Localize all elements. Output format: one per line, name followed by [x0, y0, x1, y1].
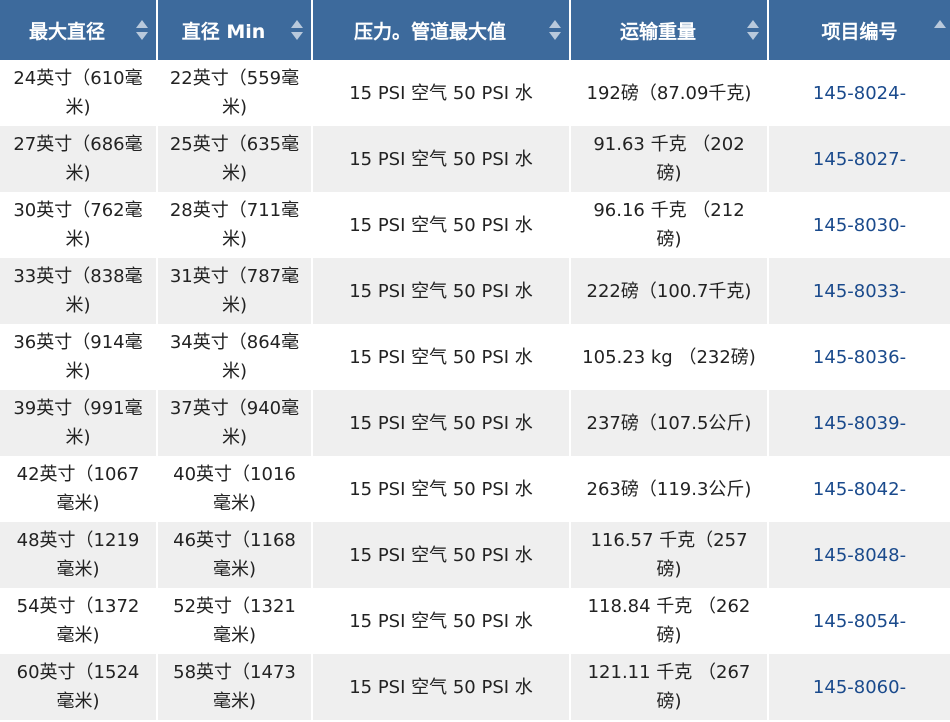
cell-shipping-weight: 121.11 千克 （267 磅): [570, 654, 769, 720]
cell-min-diameter: 28英寸（711毫米): [157, 192, 313, 258]
cell-shipping-weight: 192磅（87.09千克): [570, 60, 769, 126]
cell-shipping-weight: 263磅（119.3公斤): [570, 456, 769, 522]
col-header-label: 项目编号: [821, 20, 898, 43]
cell-max-diameter: 48英寸（1219毫米): [0, 522, 158, 588]
cell-shipping-weight: 105.23 kg （232磅): [570, 324, 769, 390]
table-row: 54英寸（1372毫米) 52英寸（1321毫米) 15 PSI 空气 50 P…: [0, 588, 950, 654]
cell-item-number: 145-8030-: [768, 192, 950, 258]
table-row: 33英寸（838毫米) 31英寸（787毫米) 15 PSI 空气 50 PSI…: [0, 258, 950, 324]
item-number-link[interactable]: 145-8027-: [813, 149, 906, 170]
cell-max-diameter: 42英寸（1067毫米): [0, 456, 158, 522]
cell-pressure: 15 PSI 空气 50 PSI 水: [312, 522, 571, 588]
item-number-link[interactable]: 145-8030-: [813, 215, 906, 236]
cell-max-diameter: 54英寸（1372毫米): [0, 588, 158, 654]
table-row: 36英寸（914毫米) 34英寸（864毫米) 15 PSI 空气 50 PSI…: [0, 324, 950, 390]
cell-min-diameter: 31英寸（787毫米): [157, 258, 313, 324]
sort-up-down-icon[interactable]: [136, 18, 148, 42]
sort-up-down-icon[interactable]: [747, 18, 759, 42]
cell-pressure: 15 PSI 空气 50 PSI 水: [312, 192, 571, 258]
cell-shipping-weight: 118.84 千克 （262 磅): [570, 588, 769, 654]
cell-max-diameter: 27英寸（686毫米): [0, 126, 158, 192]
cell-shipping-weight: 116.57 千克（257 磅): [570, 522, 769, 588]
cell-shipping-weight: 237磅（107.5公斤): [570, 390, 769, 456]
cell-pressure: 15 PSI 空气 50 PSI 水: [312, 456, 571, 522]
table-row: 27英寸（686毫米) 25英寸（635毫米) 15 PSI 空气 50 PSI…: [0, 126, 950, 192]
cell-min-diameter: 46英寸（1168毫米): [157, 522, 313, 588]
table-row: 48英寸（1219毫米) 46英寸（1168毫米) 15 PSI 空气 50 P…: [0, 522, 950, 588]
col-header-pressure[interactable]: 压力。管道最大值: [312, 0, 571, 60]
table-row: 24英寸（610毫米) 22英寸（559毫米) 15 PSI 空气 50 PSI…: [0, 60, 950, 126]
cell-shipping-weight: 96.16 千克 （212 磅): [570, 192, 769, 258]
cell-max-diameter: 30英寸（762毫米): [0, 192, 158, 258]
cell-pressure: 15 PSI 空气 50 PSI 水: [312, 654, 571, 720]
col-header-min-diameter[interactable]: 直径 Min: [157, 0, 313, 60]
cell-min-diameter: 22英寸（559毫米): [157, 60, 313, 126]
item-number-link[interactable]: 145-8024-: [813, 83, 906, 104]
col-header-shipping-weight[interactable]: 运输重量: [570, 0, 769, 60]
header-row: 最大直径 直径 Min 压力。管道最大值 运输重量 项目编号: [0, 0, 950, 60]
cell-min-diameter: 58英寸（1473毫米): [157, 654, 313, 720]
cell-max-diameter: 39英寸（991毫米): [0, 390, 158, 456]
item-number-link[interactable]: 145-8054-: [813, 611, 906, 632]
col-header-item-number[interactable]: 项目编号: [768, 0, 950, 60]
item-number-link[interactable]: 145-8048-: [813, 545, 906, 566]
col-header-label: 压力。管道最大值: [353, 20, 506, 43]
cell-item-number: 145-8054-: [768, 588, 950, 654]
cell-item-number: 145-8024-: [768, 60, 950, 126]
col-header-label: 直径 Min: [181, 20, 266, 43]
col-header-label: 最大直径: [28, 20, 105, 43]
sort-up-down-icon[interactable]: [549, 18, 561, 42]
cell-item-number: 145-8027-: [768, 126, 950, 192]
cell-pressure: 15 PSI 空气 50 PSI 水: [312, 126, 571, 192]
product-spec-table: 最大直径 直径 Min 压力。管道最大值 运输重量 项目编号 24英寸（610毫…: [0, 0, 950, 720]
cell-item-number: 145-8033-: [768, 258, 950, 324]
cell-min-diameter: 34英寸（864毫米): [157, 324, 313, 390]
sort-asc-icon[interactable]: [934, 20, 946, 28]
cell-max-diameter: 36英寸（914毫米): [0, 324, 158, 390]
table-row: 42英寸（1067毫米) 40英寸（1016毫米) 15 PSI 空气 50 P…: [0, 456, 950, 522]
cell-item-number: 145-8048-: [768, 522, 950, 588]
item-number-link[interactable]: 145-8033-: [813, 281, 906, 302]
table-row: 60英寸（1524毫米) 58英寸（1473毫米) 15 PSI 空气 50 P…: [0, 654, 950, 720]
cell-min-diameter: 52英寸（1321毫米): [157, 588, 313, 654]
cell-shipping-weight: 91.63 千克 （202 磅): [570, 126, 769, 192]
cell-min-diameter: 25英寸（635毫米): [157, 126, 313, 192]
item-number-link[interactable]: 145-8042-: [813, 479, 906, 500]
table-row: 39英寸（991毫米) 37英寸（940毫米) 15 PSI 空气 50 PSI…: [0, 390, 950, 456]
cell-max-diameter: 60英寸（1524毫米): [0, 654, 158, 720]
item-number-link[interactable]: 145-8060-: [813, 677, 906, 698]
cell-item-number: 145-8039-: [768, 390, 950, 456]
cell-pressure: 15 PSI 空气 50 PSI 水: [312, 258, 571, 324]
cell-pressure: 15 PSI 空气 50 PSI 水: [312, 60, 571, 126]
cell-min-diameter: 37英寸（940毫米): [157, 390, 313, 456]
cell-shipping-weight: 222磅（100.7千克): [570, 258, 769, 324]
item-number-link[interactable]: 145-8039-: [813, 413, 906, 434]
cell-max-diameter: 33英寸（838毫米): [0, 258, 158, 324]
cell-item-number: 145-8036-: [768, 324, 950, 390]
cell-max-diameter: 24英寸（610毫米): [0, 60, 158, 126]
cell-pressure: 15 PSI 空气 50 PSI 水: [312, 324, 571, 390]
cell-min-diameter: 40英寸（1016毫米): [157, 456, 313, 522]
cell-item-number: 145-8060-: [768, 654, 950, 720]
table-row: 30英寸（762毫米) 28英寸（711毫米) 15 PSI 空气 50 PSI…: [0, 192, 950, 258]
sort-up-down-icon[interactable]: [291, 18, 303, 42]
col-header-label: 运输重量: [619, 20, 696, 43]
cell-pressure: 15 PSI 空气 50 PSI 水: [312, 390, 571, 456]
item-number-link[interactable]: 145-8036-: [813, 347, 906, 368]
cell-pressure: 15 PSI 空气 50 PSI 水: [312, 588, 571, 654]
col-header-max-diameter[interactable]: 最大直径: [0, 0, 158, 60]
cell-item-number: 145-8042-: [768, 456, 950, 522]
